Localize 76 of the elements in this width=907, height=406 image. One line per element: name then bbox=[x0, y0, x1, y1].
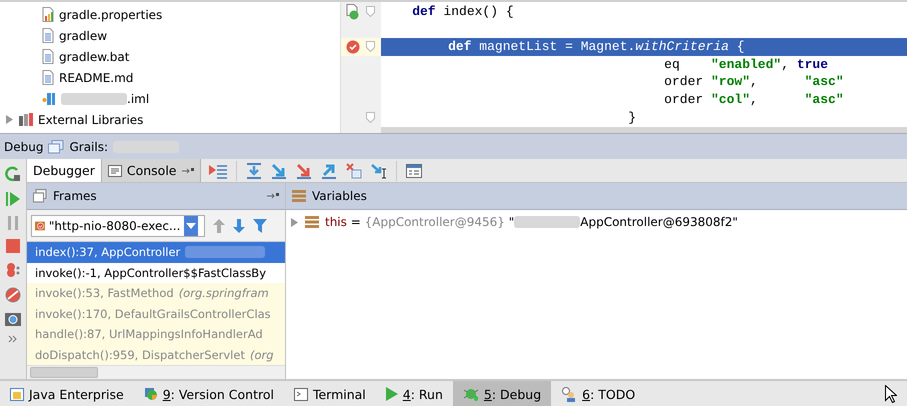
stack-frame[interactable]: index():37, AppController bbox=[27, 242, 285, 262]
tool-window-tab[interactable]: 6: TODO bbox=[551, 381, 646, 406]
tree-item[interactable]: gradle.properties bbox=[59, 8, 162, 22]
restore-layout-icon[interactable] bbox=[48, 140, 64, 154]
fold-marker-icon[interactable] bbox=[366, 6, 375, 18]
dropdown-arrow-icon[interactable] bbox=[186, 222, 196, 228]
code-line: } bbox=[627, 108, 636, 126]
scrollbar[interactable] bbox=[381, 127, 907, 133]
module-file-icon bbox=[42, 92, 56, 106]
pin-icon[interactable] bbox=[267, 192, 279, 200]
debug-tab[interactable]: Console bbox=[102, 159, 200, 182]
down-arrow-icon[interactable] bbox=[233, 218, 245, 232]
expand-arrow-icon[interactable] bbox=[290, 218, 299, 226]
camera-icon[interactable] bbox=[5, 312, 21, 326]
tree-item[interactable]: .iml bbox=[127, 92, 150, 106]
text-file-icon bbox=[42, 28, 54, 43]
stack-frame[interactable]: invoke():-1, AppController$$FastClassBy bbox=[27, 262, 285, 283]
more-icon[interactable] bbox=[8, 335, 18, 343]
filter-icon[interactable] bbox=[253, 218, 267, 232]
console-icon bbox=[108, 164, 122, 176]
expand-arrow-icon[interactable] bbox=[5, 115, 14, 124]
up-arrow-icon[interactable] bbox=[213, 218, 225, 232]
library-icon bbox=[19, 113, 33, 126]
step-into-icon[interactable] bbox=[270, 162, 286, 178]
tool-window-tab[interactable]: Terminal bbox=[284, 381, 376, 406]
todo-person-icon bbox=[561, 386, 578, 402]
code-line: order "col", "asc" bbox=[663, 90, 844, 109]
field-icon bbox=[305, 216, 319, 228]
terminal-icon bbox=[294, 388, 308, 400]
code-line: eq "enabled", true bbox=[663, 56, 828, 74]
mute-breakpoints-icon[interactable] bbox=[5, 287, 21, 303]
pause-icon[interactable] bbox=[7, 216, 19, 230]
fold-marker-icon[interactable] bbox=[366, 112, 375, 123]
show-execution-point-icon[interactable] bbox=[208, 162, 226, 178]
rerun-icon[interactable] bbox=[5, 166, 21, 182]
tree-item[interactable]: gradlew.bat bbox=[59, 50, 130, 64]
panel-title: Frames bbox=[53, 189, 97, 203]
tree-item[interactable]: External Libraries bbox=[38, 112, 144, 126]
mouse-pointer-icon bbox=[885, 385, 897, 403]
tree-item[interactable]: README.md bbox=[59, 70, 134, 84]
run-to-cursor-icon[interactable] bbox=[370, 162, 386, 178]
scrollbar-thumb[interactable] bbox=[30, 367, 98, 378]
text-file-icon bbox=[42, 70, 54, 85]
run-icon bbox=[386, 387, 398, 401]
fold-marker-icon[interactable] bbox=[366, 41, 375, 52]
panel-title: Variables bbox=[312, 189, 367, 203]
properties-file-icon bbox=[42, 7, 54, 22]
run-config-label: Grails: bbox=[69, 140, 108, 154]
tool-window-tab[interactable]: 5: Debug bbox=[452, 381, 552, 406]
tree-item[interactable]: gradlew bbox=[59, 28, 108, 42]
code-line: order "row", "asc" bbox=[663, 73, 844, 91]
evaluate-icon[interactable] bbox=[406, 164, 422, 178]
step-over-icon[interactable] bbox=[246, 162, 262, 178]
panel-title: Debug bbox=[4, 140, 44, 154]
tool-window-tab[interactable]: 9: Version Control bbox=[134, 381, 284, 406]
breakpoint-icon[interactable] bbox=[346, 40, 360, 54]
variable-value[interactable]: this = {AppController@9456} " AppController@693808f2" bbox=[325, 215, 738, 229]
drop-frame-icon[interactable] bbox=[346, 162, 362, 178]
tool-window-tab[interactable]: 4: Run bbox=[376, 381, 453, 406]
thread-dropdown[interactable]: "http-nio-8080-exec... bbox=[31, 214, 205, 236]
enterprise-icon bbox=[10, 388, 24, 400]
force-step-into-icon[interactable] bbox=[296, 162, 312, 178]
run-gutter-icon[interactable] bbox=[346, 4, 360, 20]
resume-icon[interactable] bbox=[6, 191, 20, 207]
tool-window-tab[interactable]: Java Enterprise bbox=[0, 381, 134, 406]
frames-icon bbox=[33, 189, 47, 203]
pin-icon[interactable] bbox=[182, 166, 194, 174]
version-control-icon bbox=[144, 387, 158, 401]
debug-tab[interactable]: Debugger bbox=[27, 159, 102, 182]
variables-icon bbox=[292, 190, 306, 202]
breakpoints-icon[interactable] bbox=[5, 262, 21, 278]
text-file-icon bbox=[42, 49, 54, 64]
bug-icon bbox=[462, 387, 479, 401]
step-out-icon[interactable] bbox=[320, 162, 336, 178]
code-line: def index() { bbox=[411, 3, 514, 21]
thread-icon bbox=[35, 218, 45, 232]
